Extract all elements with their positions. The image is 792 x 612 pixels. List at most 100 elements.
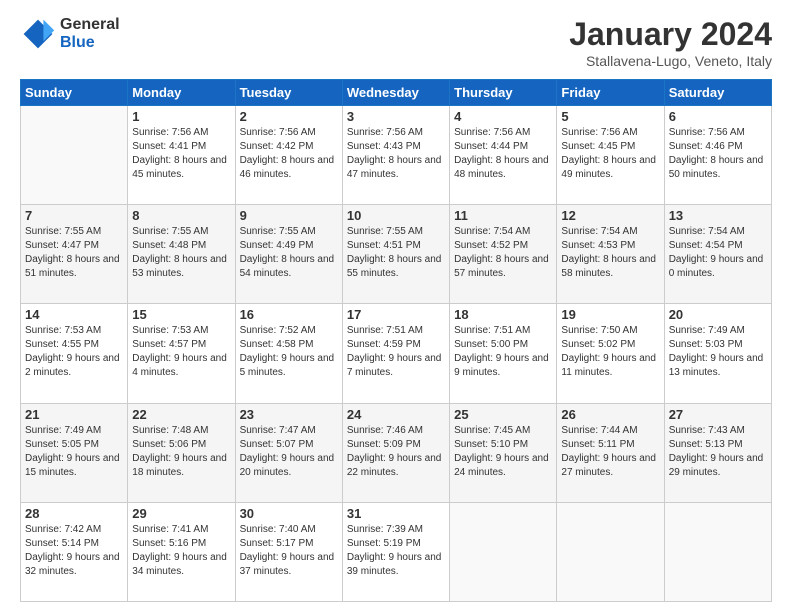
logo-text: General Blue	[60, 16, 120, 51]
day-number: 8	[132, 208, 230, 223]
table-row: 16 Sunrise: 7:52 AMSunset: 4:58 PMDaylig…	[235, 304, 342, 403]
day-number: 25	[454, 407, 552, 422]
day-info: Sunrise: 7:41 AMSunset: 5:16 PMDaylight:…	[132, 523, 230, 579]
table-row: 29 Sunrise: 7:41 AMSunset: 5:16 PMDaylig…	[128, 502, 235, 601]
day-number: 27	[669, 407, 767, 422]
logo-blue-text: Blue	[60, 34, 120, 52]
day-number: 28	[25, 506, 123, 521]
table-row: 8 Sunrise: 7:55 AMSunset: 4:48 PMDayligh…	[128, 205, 235, 304]
table-row: 15 Sunrise: 7:53 AMSunset: 4:57 PMDaylig…	[128, 304, 235, 403]
day-number: 30	[240, 506, 338, 521]
logo-icon	[20, 16, 56, 52]
day-info: Sunrise: 7:54 AMSunset: 4:52 PMDaylight:…	[454, 225, 552, 281]
day-info: Sunrise: 7:42 AMSunset: 5:14 PMDaylight:…	[25, 523, 123, 579]
table-row: 25 Sunrise: 7:45 AMSunset: 5:10 PMDaylig…	[450, 403, 557, 502]
day-number: 12	[561, 208, 659, 223]
col-tuesday: Tuesday	[235, 80, 342, 106]
day-info: Sunrise: 7:53 AMSunset: 4:57 PMDaylight:…	[132, 324, 230, 380]
table-row: 3 Sunrise: 7:56 AMSunset: 4:43 PMDayligh…	[342, 106, 449, 205]
table-row: 26 Sunrise: 7:44 AMSunset: 5:11 PMDaylig…	[557, 403, 664, 502]
title-section: January 2024 Stallavena-Lugo, Veneto, It…	[569, 16, 772, 69]
table-row: 18 Sunrise: 7:51 AMSunset: 5:00 PMDaylig…	[450, 304, 557, 403]
table-row	[450, 502, 557, 601]
col-sunday: Sunday	[21, 80, 128, 106]
calendar-table: Sunday Monday Tuesday Wednesday Thursday…	[20, 79, 772, 602]
logo: General Blue	[20, 16, 120, 52]
calendar-week-row: 14 Sunrise: 7:53 AMSunset: 4:55 PMDaylig…	[21, 304, 772, 403]
table-row: 23 Sunrise: 7:47 AMSunset: 5:07 PMDaylig…	[235, 403, 342, 502]
table-row: 6 Sunrise: 7:56 AMSunset: 4:46 PMDayligh…	[664, 106, 771, 205]
table-row	[21, 106, 128, 205]
col-monday: Monday	[128, 80, 235, 106]
calendar-week-row: 7 Sunrise: 7:55 AMSunset: 4:47 PMDayligh…	[21, 205, 772, 304]
table-row: 27 Sunrise: 7:43 AMSunset: 5:13 PMDaylig…	[664, 403, 771, 502]
day-number: 20	[669, 307, 767, 322]
day-number: 4	[454, 109, 552, 124]
table-row: 30 Sunrise: 7:40 AMSunset: 5:17 PMDaylig…	[235, 502, 342, 601]
table-row: 17 Sunrise: 7:51 AMSunset: 4:59 PMDaylig…	[342, 304, 449, 403]
day-number: 24	[347, 407, 445, 422]
day-info: Sunrise: 7:56 AMSunset: 4:42 PMDaylight:…	[240, 126, 338, 182]
col-thursday: Thursday	[450, 80, 557, 106]
day-number: 23	[240, 407, 338, 422]
day-info: Sunrise: 7:47 AMSunset: 5:07 PMDaylight:…	[240, 424, 338, 480]
day-info: Sunrise: 7:48 AMSunset: 5:06 PMDaylight:…	[132, 424, 230, 480]
calendar-header-row: Sunday Monday Tuesday Wednesday Thursday…	[21, 80, 772, 106]
day-info: Sunrise: 7:40 AMSunset: 5:17 PMDaylight:…	[240, 523, 338, 579]
col-friday: Friday	[557, 80, 664, 106]
day-info: Sunrise: 7:53 AMSunset: 4:55 PMDaylight:…	[25, 324, 123, 380]
table-row: 20 Sunrise: 7:49 AMSunset: 5:03 PMDaylig…	[664, 304, 771, 403]
day-number: 5	[561, 109, 659, 124]
day-info: Sunrise: 7:50 AMSunset: 5:02 PMDaylight:…	[561, 324, 659, 380]
day-info: Sunrise: 7:46 AMSunset: 5:09 PMDaylight:…	[347, 424, 445, 480]
table-row: 9 Sunrise: 7:55 AMSunset: 4:49 PMDayligh…	[235, 205, 342, 304]
day-info: Sunrise: 7:51 AMSunset: 5:00 PMDaylight:…	[454, 324, 552, 380]
day-info: Sunrise: 7:49 AMSunset: 5:05 PMDaylight:…	[25, 424, 123, 480]
day-number: 31	[347, 506, 445, 521]
day-info: Sunrise: 7:54 AMSunset: 4:54 PMDaylight:…	[669, 225, 767, 281]
table-row	[557, 502, 664, 601]
day-info: Sunrise: 7:56 AMSunset: 4:45 PMDaylight:…	[561, 126, 659, 182]
day-info: Sunrise: 7:51 AMSunset: 4:59 PMDaylight:…	[347, 324, 445, 380]
table-row: 7 Sunrise: 7:55 AMSunset: 4:47 PMDayligh…	[21, 205, 128, 304]
day-number: 18	[454, 307, 552, 322]
table-row: 28 Sunrise: 7:42 AMSunset: 5:14 PMDaylig…	[21, 502, 128, 601]
day-number: 13	[669, 208, 767, 223]
table-row: 31 Sunrise: 7:39 AMSunset: 5:19 PMDaylig…	[342, 502, 449, 601]
day-number: 10	[347, 208, 445, 223]
day-number: 19	[561, 307, 659, 322]
day-info: Sunrise: 7:52 AMSunset: 4:58 PMDaylight:…	[240, 324, 338, 380]
day-info: Sunrise: 7:56 AMSunset: 4:46 PMDaylight:…	[669, 126, 767, 182]
day-info: Sunrise: 7:55 AMSunset: 4:47 PMDaylight:…	[25, 225, 123, 281]
day-number: 14	[25, 307, 123, 322]
page-title: January 2024	[569, 16, 772, 53]
day-number: 1	[132, 109, 230, 124]
page: General Blue January 2024 Stallavena-Lug…	[0, 0, 792, 612]
day-info: Sunrise: 7:55 AMSunset: 4:49 PMDaylight:…	[240, 225, 338, 281]
day-number: 17	[347, 307, 445, 322]
day-info: Sunrise: 7:56 AMSunset: 4:43 PMDaylight:…	[347, 126, 445, 182]
table-row: 2 Sunrise: 7:56 AMSunset: 4:42 PMDayligh…	[235, 106, 342, 205]
page-subtitle: Stallavena-Lugo, Veneto, Italy	[569, 53, 772, 69]
day-number: 26	[561, 407, 659, 422]
day-info: Sunrise: 7:55 AMSunset: 4:51 PMDaylight:…	[347, 225, 445, 281]
day-info: Sunrise: 7:55 AMSunset: 4:48 PMDaylight:…	[132, 225, 230, 281]
table-row: 10 Sunrise: 7:55 AMSunset: 4:51 PMDaylig…	[342, 205, 449, 304]
day-number: 6	[669, 109, 767, 124]
col-wednesday: Wednesday	[342, 80, 449, 106]
logo-general-text: General	[60, 16, 120, 34]
calendar-week-row: 1 Sunrise: 7:56 AMSunset: 4:41 PMDayligh…	[21, 106, 772, 205]
day-number: 3	[347, 109, 445, 124]
day-number: 2	[240, 109, 338, 124]
day-info: Sunrise: 7:44 AMSunset: 5:11 PMDaylight:…	[561, 424, 659, 480]
table-row: 13 Sunrise: 7:54 AMSunset: 4:54 PMDaylig…	[664, 205, 771, 304]
table-row	[664, 502, 771, 601]
calendar-week-row: 21 Sunrise: 7:49 AMSunset: 5:05 PMDaylig…	[21, 403, 772, 502]
table-row: 21 Sunrise: 7:49 AMSunset: 5:05 PMDaylig…	[21, 403, 128, 502]
table-row: 14 Sunrise: 7:53 AMSunset: 4:55 PMDaylig…	[21, 304, 128, 403]
day-info: Sunrise: 7:56 AMSunset: 4:41 PMDaylight:…	[132, 126, 230, 182]
day-number: 7	[25, 208, 123, 223]
day-number: 16	[240, 307, 338, 322]
day-number: 29	[132, 506, 230, 521]
day-number: 9	[240, 208, 338, 223]
